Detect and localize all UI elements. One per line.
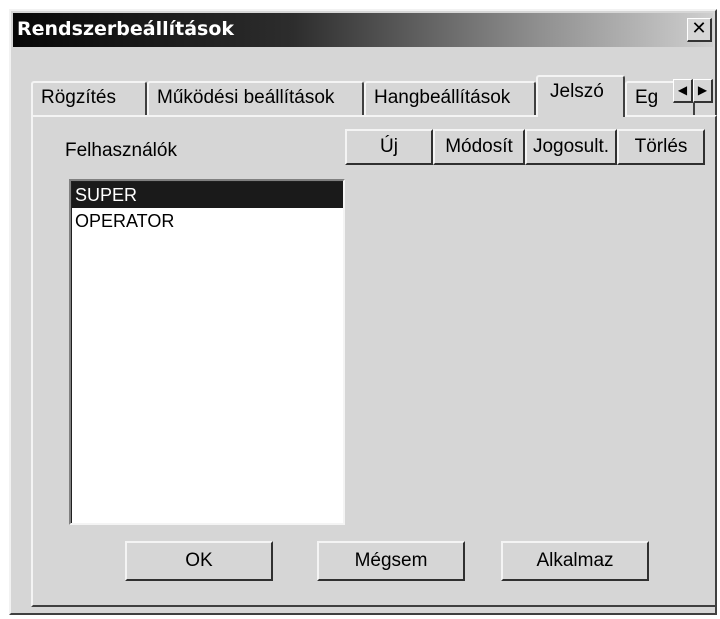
- system-settings-dialog: Rendszerbeállítások ✕ Rögzítés Működési …: [9, 9, 717, 615]
- users-label: Felhasználók: [65, 140, 177, 161]
- ok-button[interactable]: OK: [125, 541, 273, 581]
- cancel-button[interactable]: Mégsem: [317, 541, 465, 581]
- close-icon: ✕: [691, 18, 707, 39]
- list-item-super[interactable]: SUPER: [72, 182, 343, 208]
- tab-label: Rögzítés: [41, 87, 116, 108]
- tab-sound-settings[interactable]: Hangbeállítások: [364, 81, 536, 115]
- window-title: Rendszerbeállítások: [17, 18, 235, 40]
- modify-user-button[interactable]: Módosít: [433, 129, 525, 165]
- tab-recording[interactable]: Rögzítés: [31, 81, 147, 115]
- tab-label: Működési beállítások: [157, 87, 335, 108]
- arrow-left-icon: ◀: [677, 83, 688, 97]
- tab-scroll-left-button[interactable]: ◀: [673, 79, 693, 103]
- delete-user-button[interactable]: Törlés: [617, 129, 705, 165]
- users-listbox[interactable]: SUPER OPERATOR: [69, 179, 345, 525]
- arrow-right-icon: ▶: [697, 83, 708, 97]
- tab-label: Jelszó: [550, 81, 604, 102]
- title-bar[interactable]: Rendszerbeállítások ✕: [13, 13, 713, 47]
- tab-label: Hangbeállítások: [374, 87, 511, 108]
- password-tab-panel: Felhasználók Új Módosít Jogosult. Törlés…: [31, 115, 717, 607]
- permissions-button[interactable]: Jogosult.: [525, 129, 617, 165]
- tab-operation-settings[interactable]: Működési beállítások: [147, 81, 364, 115]
- new-user-button[interactable]: Új: [345, 129, 433, 165]
- tab-scroll-right-button[interactable]: ▶: [693, 79, 713, 103]
- close-button[interactable]: ✕: [687, 18, 712, 42]
- apply-button[interactable]: Alkalmaz: [501, 541, 649, 581]
- tab-strip: Rögzítés Működési beállítások Hangbeállí…: [31, 75, 695, 117]
- list-item-operator[interactable]: OPERATOR: [72, 208, 343, 234]
- tab-scroll-buttons: ◀ ▶: [673, 79, 713, 103]
- tab-label: Eg: [635, 87, 659, 108]
- users-list: SUPER OPERATOR: [71, 181, 343, 523]
- tab-password[interactable]: Jelszó: [536, 75, 625, 117]
